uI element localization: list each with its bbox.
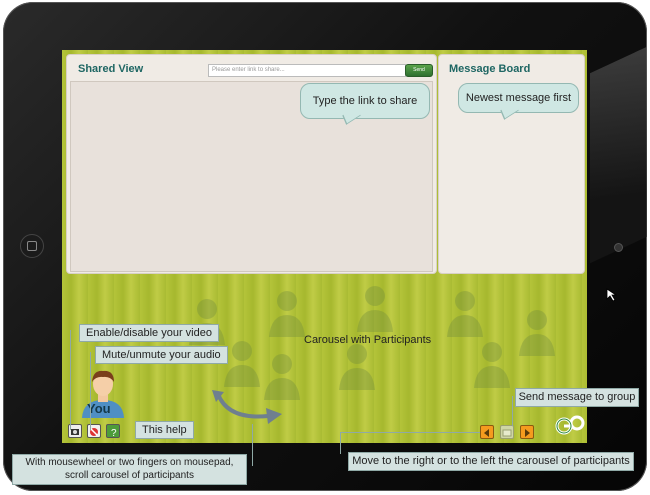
send-group-callout: Send message to group: [515, 388, 639, 407]
scroll-arrow-icon: [212, 390, 282, 424]
move-carousel-callout: Move to the right or to the left the car…: [348, 452, 634, 471]
help-callout: This help: [135, 421, 194, 439]
share-callout: Type the link to share: [300, 83, 430, 119]
scroll-carousel-callout: With mousewheel or two fingers on mousep…: [12, 454, 247, 485]
video-leader-line: [70, 330, 71, 430]
audio-leader-line: [90, 352, 91, 430]
participant-silhouette-icon[interactable]: [445, 287, 485, 337]
participant-silhouette-icon[interactable]: [267, 287, 307, 337]
participant-silhouette-icon[interactable]: [517, 306, 557, 356]
audio-callout: Mute/unmute your audio: [95, 346, 228, 364]
go-logo-icon: [555, 415, 585, 435]
help-icon[interactable]: ?: [106, 424, 120, 439]
participant-silhouette-icon[interactable]: [222, 337, 262, 387]
message-board-title: Message Board: [449, 63, 531, 75]
message-icon[interactable]: [500, 425, 514, 439]
arrow-right-icon[interactable]: [520, 425, 534, 439]
participant-silhouette-icon[interactable]: [355, 282, 395, 332]
scroll-leader-line: [252, 424, 253, 466]
front-camera-icon: [614, 243, 623, 252]
svg-text:?: ?: [111, 428, 117, 438]
video-callout: Enable/disable your video: [79, 324, 219, 342]
carousel-label: Carousel with Participants: [304, 334, 432, 346]
share-send-button[interactable]: Send: [405, 64, 433, 77]
send-leader-line: [512, 396, 513, 426]
tablet-glare: [590, 46, 647, 264]
mouse-pointer-icon: [606, 288, 618, 302]
newest-callout: Newest message first: [458, 83, 579, 113]
home-button: [20, 234, 44, 258]
share-link-input[interactable]: Please enter link to share...: [208, 64, 406, 77]
participant-silhouette-icon[interactable]: [472, 338, 512, 388]
arrow-left-icon[interactable]: [480, 425, 494, 439]
move-leader-line: [340, 432, 480, 433]
shared-view-title: Shared View: [78, 63, 144, 75]
participant-silhouette-icon[interactable]: [337, 340, 377, 390]
move-leader-drop: [340, 432, 341, 454]
app-screen: Shared View Please enter link to share..…: [62, 50, 587, 443]
